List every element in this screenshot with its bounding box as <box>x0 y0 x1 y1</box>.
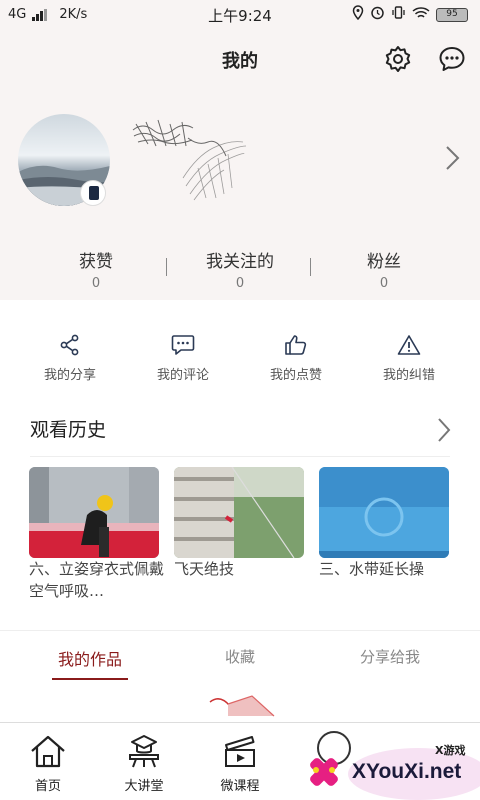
tab-shared-to-me[interactable]: 分享给我 <box>340 646 440 667</box>
active-tab-indicator <box>52 678 128 680</box>
home-icon <box>8 733 88 773</box>
alarm-icon <box>370 5 385 24</box>
stat-fans-value: 0 <box>379 276 389 291</box>
empty-state-illustration <box>200 690 280 726</box>
history-caption: 六、立姿穿衣式佩戴空气呼吸… <box>29 560 164 600</box>
history-caption: 飞天绝技 <box>174 560 235 578</box>
username-signature <box>128 108 248 208</box>
my-corrections-button[interactable]: 我的纠错 <box>349 330 469 383</box>
nav-home-label: 首页 <box>34 779 61 794</box>
my-comments-label: 我的评论 <box>156 368 209 383</box>
history-caption: 三、水带延长操 <box>319 560 425 578</box>
my-likes-label: 我的点赞 <box>269 368 322 383</box>
warning-icon <box>349 330 469 360</box>
message-icon[interactable] <box>438 45 466 77</box>
status-right: 95 <box>352 5 468 24</box>
watermark-site: XYouXi.net <box>352 760 462 783</box>
tab-favorites[interactable]: 收藏 <box>190 646 290 667</box>
share-icon <box>10 330 130 360</box>
location-icon <box>352 5 364 24</box>
my-comments-button[interactable]: 我的评论 <box>123 330 243 383</box>
watch-history-chevron-right-icon[interactable] <box>436 416 452 448</box>
thumbs-up-icon <box>236 330 356 360</box>
nav-micro-course-label: 微课程 <box>220 779 260 794</box>
history-thumbnail[interactable] <box>174 467 304 558</box>
site-watermark: X游戏 XYouXi.net <box>300 728 480 800</box>
stat-likes-value: 0 <box>91 276 101 291</box>
comment-icon <box>123 330 243 360</box>
firefighter-video-image <box>29 467 159 558</box>
nav-lecture[interactable]: 大讲堂 <box>104 733 184 794</box>
nav-micro-course[interactable]: 微课程 <box>200 733 280 794</box>
divider <box>30 456 450 457</box>
badge-icon <box>80 180 106 206</box>
profile-chevron-right-icon[interactable] <box>444 144 462 176</box>
divider <box>0 630 480 631</box>
stat-following-value: 0 <box>235 276 245 291</box>
my-share-label: 我的分享 <box>43 368 96 383</box>
watch-history-title[interactable]: 观看历史 <box>30 415 106 442</box>
stat-following-label[interactable]: 我关注的 <box>160 247 320 272</box>
wifi-icon <box>412 6 430 24</box>
my-likes-button[interactable]: 我的点赞 <box>236 330 356 383</box>
history-thumbnail[interactable] <box>319 467 449 558</box>
stat-fans-label[interactable]: 粉丝 <box>304 247 464 272</box>
nav-home[interactable]: 首页 <box>8 733 88 794</box>
status-bar: 4G 2K/s 上午9:24 95 <box>0 0 480 30</box>
tab-my-works[interactable]: 我的作品 <box>40 646 140 670</box>
hose-training-video-image <box>319 467 449 558</box>
stat-likes-label[interactable]: 获赞 <box>16 247 176 272</box>
settings-gear-icon[interactable] <box>384 45 412 77</box>
my-share-button[interactable]: 我的分享 <box>10 330 130 383</box>
battery-icon: 95 <box>436 7 468 22</box>
history-thumbnail[interactable] <box>29 467 159 558</box>
rope-rescue-video-image <box>174 467 304 558</box>
nav-lecture-label: 大讲堂 <box>124 779 164 794</box>
lecture-icon <box>104 733 184 773</box>
my-corrections-label: 我的纠错 <box>382 368 435 383</box>
vibrate-icon <box>391 5 406 24</box>
watermark-brand: X游戏 <box>435 744 466 757</box>
play-course-icon <box>200 733 280 773</box>
